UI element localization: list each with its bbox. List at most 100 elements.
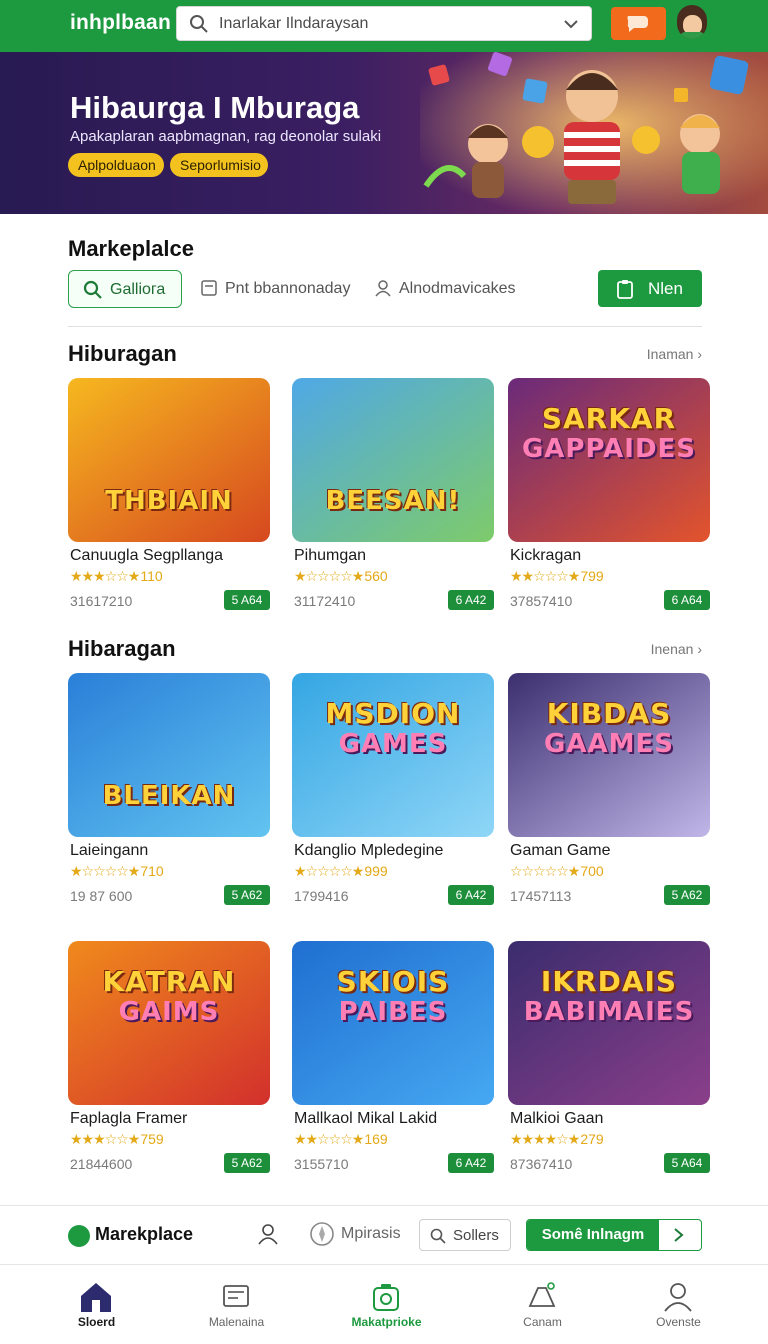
top-app-bar: inhplbaan Inarlakar Ilndaraysan bbox=[0, 0, 768, 52]
section-see-more-link[interactable]: Inaman › bbox=[647, 346, 702, 362]
chevron-right-icon: › bbox=[697, 641, 702, 657]
game-thumbnail[interactable]: KIBDAS GAAMES bbox=[508, 673, 710, 837]
rating-value: ★110 bbox=[127, 568, 163, 584]
price-badge[interactable]: 5 A62 bbox=[224, 885, 270, 905]
star-rating-icon: ★★★☆☆ bbox=[70, 568, 129, 584]
game-art-title: THBIAIN bbox=[105, 486, 233, 516]
game-title: Pihumgan bbox=[294, 547, 367, 564]
search-placeholder: Inarlakar Ilndaraysan bbox=[219, 15, 369, 32]
calendar-icon bbox=[201, 280, 217, 296]
search-icon bbox=[190, 15, 208, 33]
game-thumbnail[interactable]: IKRDAIS BABIMAIES bbox=[508, 941, 710, 1105]
game-rating: ★★☆☆☆★799 bbox=[510, 568, 604, 585]
search-icon bbox=[83, 280, 102, 299]
download-count: 87367410 bbox=[510, 1156, 573, 1172]
chevron-right-icon[interactable] bbox=[657, 1220, 701, 1250]
price-badge[interactable]: 6 A64 bbox=[664, 590, 710, 610]
compass-icon bbox=[310, 1222, 334, 1246]
hero-chip[interactable]: Seporlumisio bbox=[170, 153, 268, 177]
game-title: Canuugla Segpllanga bbox=[70, 547, 224, 564]
rating-value: ★759 bbox=[127, 1131, 164, 1147]
star-rating-icon: ★☆☆☆☆ bbox=[294, 568, 353, 584]
search-input[interactable]: Inarlakar Ilndaraysan bbox=[176, 6, 592, 41]
price-badge[interactable]: 6 A42 bbox=[448, 885, 494, 905]
star-rating-icon: ★☆☆☆☆ bbox=[70, 863, 129, 879]
tab-members[interactable]: Alnodmavicakes bbox=[374, 270, 534, 308]
clipboard-icon bbox=[617, 280, 633, 299]
game-art-subtitle: GAPPAIDES bbox=[521, 434, 697, 464]
download-count: 31617210 bbox=[70, 593, 133, 609]
nav-label: Makatprioke bbox=[351, 1315, 422, 1329]
game-art-title: BEESAN! bbox=[325, 486, 461, 516]
nav-item-marketplace[interactable]: Makatprioke bbox=[310, 1266, 463, 1344]
price-badge[interactable]: 6 A42 bbox=[448, 590, 494, 610]
tab-gallery[interactable]: Galliога bbox=[68, 270, 182, 308]
game-art-title: MSDION bbox=[325, 697, 461, 730]
game-thumbnail[interactable]: BEESAN! bbox=[292, 378, 494, 542]
marketplace-toolbar: Marekplace Mpirasis Sollers Somê Inlnagm bbox=[0, 1205, 768, 1265]
game-title: Malkioi Gaan bbox=[510, 1110, 604, 1127]
section-see-more-link[interactable]: Inenan › bbox=[651, 641, 702, 657]
game-rating: ★☆☆☆☆★999 bbox=[294, 863, 388, 880]
star-rating-icon: ★★★★☆ bbox=[510, 1131, 569, 1147]
game-rating: ★☆☆☆☆★560 bbox=[294, 568, 388, 585]
notification-button[interactable] bbox=[611, 7, 666, 40]
game-title: Gaman Game bbox=[510, 842, 611, 859]
price-badge[interactable]: 6 A42 bbox=[448, 1153, 494, 1173]
nav-item-game[interactable]: Canam bbox=[466, 1266, 619, 1344]
see-more-label: Inenan bbox=[650, 641, 694, 657]
hero-title: Hibaurga I Mburaga bbox=[70, 90, 360, 125]
game-thumbnail[interactable]: SARKAR GAPPAIDES bbox=[508, 378, 710, 542]
chevron-down-icon[interactable] bbox=[563, 16, 579, 32]
star-rating-icon: ★☆☆☆☆ bbox=[294, 863, 353, 879]
game-thumbnail[interactable]: BLEIKAN bbox=[68, 673, 270, 837]
star-rating-icon: ☆☆☆☆☆ bbox=[510, 863, 569, 879]
game-rating: ★★★☆☆★759 bbox=[70, 1131, 164, 1148]
game-thumbnail[interactable]: KATRAN GAIMS bbox=[68, 941, 270, 1105]
game-art-title: SKIOIS bbox=[336, 965, 450, 998]
nav-label: Sloerd bbox=[77, 1315, 116, 1329]
star-rating-icon: ★★☆☆☆ bbox=[510, 568, 569, 584]
rating-value: ★999 bbox=[351, 863, 388, 879]
nav-label: Malenaina bbox=[208, 1315, 265, 1329]
hero-chip[interactable]: Aplpolduaon bbox=[68, 153, 164, 177]
price-badge[interactable]: 5 A64 bbox=[664, 1153, 710, 1173]
game-rating: ★★★★☆★279 bbox=[510, 1131, 604, 1148]
avatar[interactable] bbox=[677, 5, 707, 39]
home-icon bbox=[81, 1283, 111, 1312]
chevron-right-icon: › bbox=[697, 346, 702, 362]
game-art-subtitle: GAAMES bbox=[544, 729, 674, 759]
see-more-label: Inaman bbox=[646, 346, 694, 362]
sellers-button[interactable]: Sollers bbox=[419, 1219, 511, 1251]
game-thumbnail[interactable]: MSDION GAMES bbox=[292, 673, 494, 837]
new-listing-button[interactable]: Nlen bbox=[598, 270, 702, 307]
explore-button[interactable]: Mpirasis bbox=[309, 1221, 401, 1252]
price-badge[interactable]: 5 A62 bbox=[224, 1153, 270, 1173]
game-rating: ☆☆☆☆☆★700 bbox=[510, 863, 604, 880]
tab-label: Pnt bbannonaday bbox=[225, 280, 351, 297]
rating-value: ★169 bbox=[351, 1131, 388, 1147]
rating-value: ★560 bbox=[351, 568, 388, 584]
nav-item-home[interactable]: Sloerd bbox=[20, 1266, 173, 1344]
user-icon[interactable] bbox=[257, 1223, 279, 1245]
cta-label: Somê Inlnagm bbox=[527, 1220, 659, 1250]
price-badge[interactable]: 5 A62 bbox=[664, 885, 710, 905]
nav-item-profile[interactable]: Ovenste bbox=[602, 1266, 755, 1344]
game-thumbnail[interactable]: THBIAIN bbox=[68, 378, 270, 542]
toolbar-title: Marekplace bbox=[95, 1224, 194, 1244]
game-title: Kickragan bbox=[510, 547, 582, 564]
download-count: 3155710 bbox=[294, 1156, 349, 1172]
hero-illustration bbox=[420, 52, 768, 214]
cta-button[interactable]: Somê Inlnagm bbox=[526, 1219, 702, 1251]
price-badge[interactable]: 5 A64 bbox=[224, 590, 270, 610]
brand-logo[interactable]: inhplbaan bbox=[70, 11, 171, 35]
game-art-subtitle: GAMES bbox=[338, 729, 448, 759]
tab-schedule[interactable]: Pnt bbannonaday bbox=[200, 270, 360, 308]
profile-icon bbox=[664, 1283, 692, 1312]
download-count: 31172410 bbox=[294, 593, 356, 609]
nav-item-inbox[interactable]: Malenaina bbox=[160, 1266, 313, 1344]
game-thumbnail[interactable]: SKIOIS PAIBES bbox=[292, 941, 494, 1105]
game-art-subtitle: GAIMS bbox=[118, 997, 220, 1027]
hero-banner[interactable]: Hibaurga I Mburaga Apakaplaran aapbmagna… bbox=[0, 52, 768, 214]
tab-label: Galliога bbox=[110, 281, 166, 298]
